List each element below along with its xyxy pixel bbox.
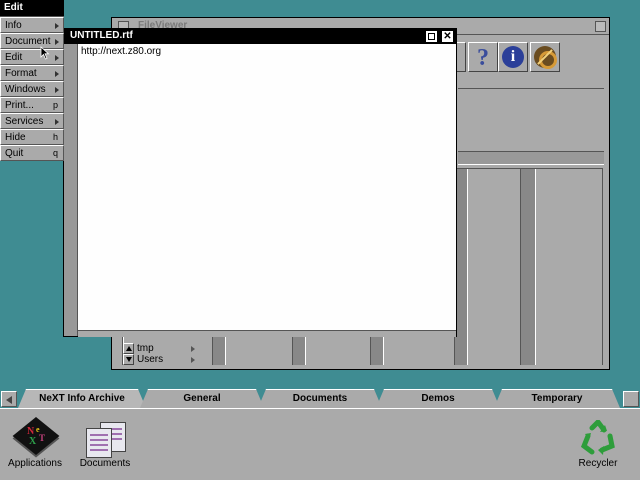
chevron-right-icon [191, 346, 195, 352]
submenu-arrow-icon [55, 55, 59, 61]
tab-temporary[interactable]: Temporary [494, 389, 620, 408]
submenu-arrow-icon [55, 71, 59, 77]
submenu-arrow-icon [55, 119, 59, 125]
window-resize-bar[interactable] [78, 330, 456, 337]
shelf-item-applications[interactable]: N e X T Applications [0, 412, 70, 478]
compass-button[interactable] [530, 42, 560, 72]
shelf-scroll-right-button[interactable] [623, 391, 639, 407]
menu-item-format[interactable]: Format [0, 65, 64, 81]
question-mark-icon: ? [477, 45, 489, 71]
arrow-left-icon [6, 396, 12, 404]
menu-item-label: Info [5, 20, 22, 31]
list-item-label: Users [137, 354, 164, 365]
shelf-scroll-left-button[interactable] [1, 391, 17, 407]
menu-item-print[interactable]: Print... p [0, 97, 64, 113]
shelf-item-label: Recycler [578, 458, 618, 469]
minimize-button[interactable] [426, 31, 437, 42]
menu-item-info[interactable]: Info [0, 17, 64, 33]
scroll-up-button[interactable] [123, 343, 134, 354]
menu-item-label: Services [5, 116, 44, 127]
submenu-arrow-icon [55, 87, 59, 93]
tab-demos[interactable]: Demos [376, 389, 500, 408]
menu-item-windows[interactable]: Windows [0, 81, 64, 97]
mouse-cursor-icon [40, 46, 50, 60]
svg-text:X: X [29, 436, 37, 447]
menu-item-hide[interactable]: Hide h [0, 129, 64, 145]
chevron-right-icon [191, 357, 195, 363]
vertical-scrollbar[interactable] [64, 44, 78, 336]
info-button[interactable]: i [498, 42, 528, 72]
path-area [458, 88, 604, 160]
document-title: UNTITLED.rtf [70, 30, 133, 41]
document-titlebar[interactable]: UNTITLED.rtf ✕ [64, 29, 456, 44]
menu-item-edit[interactable]: Edit [0, 49, 64, 65]
shelf-item-documents[interactable]: Documents [70, 412, 140, 478]
shelf-item-label: Documents [79, 458, 131, 469]
recycle-icon [580, 420, 615, 455]
main-menu: Edit Info Document Edit Format Windows P… [0, 0, 64, 161]
scroll-down-button[interactable] [123, 354, 134, 365]
menu-item-label: Format [5, 68, 37, 79]
menu-item-document[interactable]: Document [0, 33, 64, 49]
menu-item-label: Hide [5, 132, 26, 143]
shortcut-key: q [52, 148, 58, 158]
menu-item-label: Print... [5, 100, 34, 111]
menu-item-quit[interactable]: Quit q [0, 145, 64, 161]
shelf-item-label: Applications [8, 458, 62, 469]
menu-item-label: Quit [5, 148, 24, 159]
text-editor[interactable]: http://next.z80.org [78, 44, 456, 330]
column-scrollbar[interactable] [521, 169, 535, 365]
browser-column[interactable] [535, 169, 603, 365]
menu-title[interactable]: Edit [0, 0, 64, 17]
list-item-label: tmp [137, 343, 154, 354]
browser-column[interactable] [467, 169, 521, 365]
shortcut-key: h [52, 132, 58, 142]
next-logo-letters: N e X T [27, 425, 45, 447]
document-window[interactable]: UNTITLED.rtf ✕ http://next.z80.org [63, 28, 457, 337]
close-button[interactable]: ✕ [442, 31, 453, 42]
tab-general[interactable]: General [140, 389, 264, 408]
tab-next-info-archive[interactable]: NeXT Info Archive [18, 389, 146, 408]
list-item[interactable]: Users [137, 354, 195, 365]
tab-documents[interactable]: Documents [258, 389, 382, 408]
info-icon: i [502, 46, 524, 68]
menu-item-label: Edit [5, 52, 23, 63]
svg-text:T: T [39, 433, 45, 443]
list-item[interactable]: tmp [137, 343, 195, 354]
submenu-arrow-icon [55, 23, 59, 29]
menu-item-services[interactable]: Services [0, 113, 64, 129]
submenu-arrow-icon [55, 39, 59, 45]
compass-icon [534, 46, 557, 69]
shortcut-key: p [52, 100, 58, 110]
close-button[interactable] [595, 21, 606, 32]
path-scroller[interactable] [458, 151, 604, 165]
shelf-item-recycler[interactable]: Recycler [563, 412, 633, 478]
menu-item-label: Windows [5, 84, 46, 95]
document-text[interactable]: http://next.z80.org [81, 46, 161, 57]
documents-icon [86, 422, 126, 458]
help-button[interactable]: ? [468, 42, 498, 72]
